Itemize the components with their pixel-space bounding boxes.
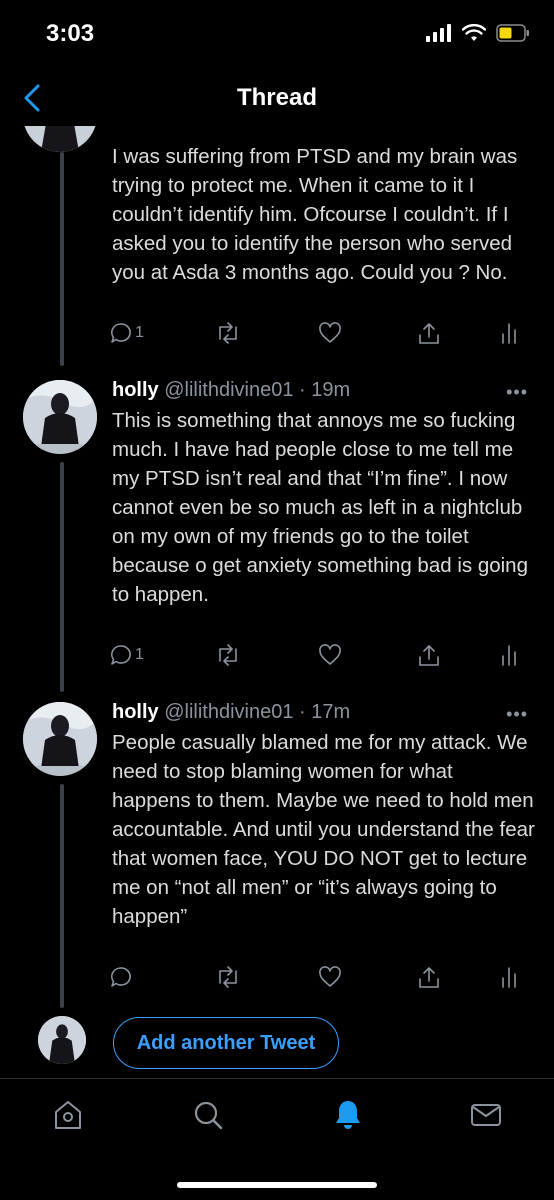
tweet-text: This is something that annoys me so fuck… [112,409,528,606]
user-handle[interactable]: @lilithdivine01 · 17m [164,701,350,723]
bar-chart-icon [502,645,516,666]
home-icon [55,1101,81,1129]
tweet[interactable]: holly @lilithdivine01 · 19m ••• This is … [0,379,554,692]
retweet-icon [219,322,237,344]
user-handle[interactable]: @lilithdivine01 · 19m [164,379,350,401]
share-button[interactable] [417,966,441,990]
tweet-actions: 1 [110,322,530,352]
thread-line [60,462,64,692]
thread-line [60,152,64,366]
speech-bubble-icon [111,323,131,343]
bell-icon [336,1101,360,1129]
reply-count: 1 [135,646,144,663]
compose-row: Add another Tweet [0,1010,554,1074]
search-icon [194,1101,223,1130]
retweet-button[interactable] [215,644,241,666]
share-button[interactable] [417,644,441,668]
tab-home[interactable] [46,1095,90,1135]
display-name[interactable]: holly [112,379,159,401]
thread-line [60,784,64,1008]
reply-button[interactable] [110,966,135,988]
tab-notifications[interactable] [326,1095,370,1135]
share-icon [419,967,439,988]
reply-button[interactable]: 1 [110,644,144,666]
bar-chart-icon [502,323,516,344]
ellipsis-icon[interactable]: ••• [506,382,528,403]
analytics-button[interactable] [500,322,518,344]
tab-bar [0,1078,554,1200]
speech-bubble-icon [111,967,131,987]
bar-chart-icon [502,967,516,988]
reply-count: 1 [135,324,144,341]
reply-button[interactable]: 1 [110,322,144,344]
tweet[interactable]: holly @lilithdivine01 · 17m ••• People c… [0,701,554,1008]
like-button[interactable] [318,966,342,988]
share-button[interactable] [417,322,441,346]
tweet-actions: 1 [110,644,530,674]
ellipsis-icon[interactable]: ••• [506,704,528,725]
heart-icon [319,966,341,987]
page-title: Thread [236,84,317,111]
retweet-button[interactable] [215,966,241,988]
tweet[interactable]: I was suffering from PTSD and my brain w… [0,126,554,366]
like-button[interactable] [318,322,342,344]
share-icon [419,323,439,344]
tweet-header: holly @lilithdivine01 · 17m [112,701,350,724]
heart-icon [319,322,341,343]
tweet-text: People casually blamed me for my attack.… [112,731,535,928]
add-another-tweet-button[interactable]: Add another Tweet [113,1017,339,1069]
tweet-text: I was suffering from PTSD and my brain w… [112,145,518,284]
tab-messages[interactable] [464,1095,508,1135]
mail-icon [471,1104,501,1126]
cellular-signal-icon [426,24,451,42]
home-indicator [177,1182,377,1188]
status-bar: 3:03 [0,0,554,66]
like-button[interactable] [318,644,342,666]
speech-bubble-icon [111,645,131,665]
tweet-actions [110,966,530,996]
status-icons [426,24,530,42]
avatar[interactable] [23,380,97,454]
retweet-button[interactable] [215,322,241,344]
tab-search[interactable] [186,1095,230,1135]
analytics-button[interactable] [500,644,518,666]
status-time: 3:03 [46,20,95,47]
tweet-header: holly @lilithdivine01 · 19m [112,379,350,402]
analytics-button[interactable] [500,966,518,988]
retweet-icon [219,644,237,666]
wifi-icon [462,24,486,41]
thread-header: Thread [0,72,554,124]
retweet-icon [219,966,237,988]
avatar[interactable] [23,702,97,776]
battery-icon [496,24,529,42]
heart-icon [319,644,341,665]
share-icon [419,645,439,666]
avatar [38,1016,86,1064]
display-name[interactable]: holly [112,701,159,723]
